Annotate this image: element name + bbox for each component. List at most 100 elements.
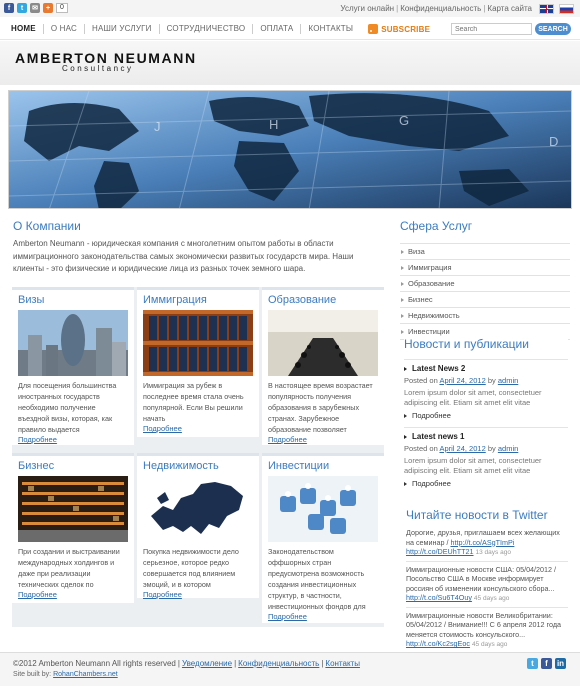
card-text: В настоящее время возрастает популярност… <box>268 381 373 434</box>
nav-home[interactable]: HOME <box>11 24 44 34</box>
tweet-time: 45 days ago <box>471 641 508 648</box>
conference-room-image <box>268 310 378 376</box>
service-item-immigration[interactable]: Иммиграция <box>400 259 570 275</box>
about-title: О Компании <box>13 219 81 233</box>
tweet-item: Иммиграционные новости Великобритании: 0… <box>406 608 568 654</box>
svg-text:J: J <box>154 119 161 134</box>
site-header: AMBERTON NEUMANN Consultancy <box>0 41 580 85</box>
card-visas: Визы Для посещения большинства иностранн… <box>12 287 134 445</box>
world-map-keyboard-image: J H G D <box>9 91 571 208</box>
svg-text:H: H <box>269 117 278 132</box>
card-text: Для посещения большинства иностранных го… <box>18 381 117 434</box>
news-author-link[interactable]: admin <box>498 444 518 453</box>
email-share-icon[interactable]: ✉ <box>30 3 40 13</box>
news-author-link[interactable]: admin <box>498 376 518 385</box>
copyright-text: ©2012 Amberton Neumann All rights reserv… <box>13 659 176 668</box>
built-by-label: Site built by: <box>13 671 52 678</box>
subscribe-label: SUBSCRIBE <box>381 24 431 34</box>
card-title[interactable]: Инвестиции <box>262 456 384 476</box>
service-item-education[interactable]: Образование <box>400 275 570 291</box>
footer-privacy-link[interactable]: Конфиденциальность <box>238 659 319 668</box>
card-real-estate: Недвижимость Покупка недвижимости дело с… <box>137 453 259 599</box>
service-item-business[interactable]: Бизнес <box>400 291 570 307</box>
nav-contacts[interactable]: КОНТАКТЫ <box>301 24 360 34</box>
twitter-icon[interactable]: t <box>527 658 538 669</box>
london-skyline-image <box>18 310 128 376</box>
nav-cooperation[interactable]: СОТРУДНИЧЕСТВО <box>160 24 254 34</box>
card-title[interactable]: Образование <box>262 290 384 310</box>
card-more-link[interactable]: Подробнее <box>268 435 307 444</box>
puzzle-people-image <box>268 476 378 542</box>
tweet-link[interactable]: http://t.co/ASgTImPi <box>450 538 514 547</box>
card-immigration: Иммиграция Иммиграция за рубеж в последн… <box>137 287 259 437</box>
card-investment: Инвестиции Законодательством оффшорных с… <box>262 453 384 623</box>
news-item-title[interactable]: Latest news 1 <box>404 432 568 441</box>
hero-banner-image: J H G D <box>8 90 572 209</box>
card-education: Образование В настоящее время возрастает… <box>262 287 384 445</box>
twitter-widget: Читайте новости в Twitter Дорогие, друзь… <box>406 508 568 654</box>
nav-about[interactable]: О НАС <box>44 24 85 34</box>
footer-notice-link[interactable]: Уведомление <box>182 659 232 668</box>
card-text: При создании и выстраивании международны… <box>18 547 120 589</box>
tweet-link[interactable]: http://t.co/DEUhTT21 <box>406 547 474 556</box>
twitter-share-icon[interactable]: t <box>17 3 27 13</box>
search-input[interactable] <box>451 23 532 35</box>
services-widget: Сфера Услуг Виза Иммиграция Образование … <box>400 219 570 340</box>
news-item-body: Lorem ipsum dolor sit amet, consectetuer… <box>404 456 542 475</box>
search-button[interactable]: SEARCH <box>535 23 571 35</box>
tweet-item: Иммиграционные новости США: 05/04/2012 /… <box>406 562 568 608</box>
card-title[interactable]: Визы <box>12 290 134 310</box>
addthis-plus-icon[interactable]: + <box>43 3 53 13</box>
law-books-image <box>143 310 253 376</box>
share-buttons: f t ✉ + 0 <box>4 3 68 13</box>
card-business: Бизнес При создании и выстраивании между… <box>12 453 134 603</box>
about-text: Amberton Neumann - юридическая компания … <box>13 239 354 273</box>
news-date-link[interactable]: April 24, 2012 <box>439 444 485 453</box>
card-title[interactable]: Недвижимость <box>137 456 259 476</box>
card-text: Иммиграция за рубеж в последнее время ст… <box>143 381 244 423</box>
online-services-link[interactable]: Услуги онлайн <box>340 4 394 13</box>
card-more-link[interactable]: Подробнее <box>18 590 57 599</box>
english-flag-icon[interactable] <box>539 4 554 14</box>
nav-payment[interactable]: ОПЛАТА <box>253 24 302 34</box>
service-item-real-estate[interactable]: Недвижимость <box>400 307 570 323</box>
news-item: Latest news 1 Posted on April 24, 2012 b… <box>404 427 568 488</box>
news-more-link[interactable]: Подробнее <box>404 479 568 488</box>
office-building-image <box>18 476 128 542</box>
card-more-link[interactable]: Подробнее <box>18 435 57 444</box>
news-item-title[interactable]: Latest News 2 <box>404 364 568 373</box>
news-item: Latest News 2 Posted on April 24, 2012 b… <box>404 359 568 420</box>
built-by-link[interactable]: RohanChambers.net <box>53 671 118 678</box>
card-more-link[interactable]: Подробнее <box>143 424 182 433</box>
news-widget: Новости и публикации Latest News 2 Poste… <box>404 337 568 488</box>
linkedin-icon[interactable]: in <box>555 658 566 669</box>
top-links: Услуги онлайн | Конфиденциальность | Кар… <box>340 4 532 13</box>
tweet-item: Дорогие, друзья, приглашаем всех желающи… <box>406 525 568 562</box>
services-title: Сфера Услуг <box>400 219 473 233</box>
tweet-time: 45 days ago <box>473 595 510 602</box>
facebook-share-icon[interactable]: f <box>4 3 14 13</box>
russian-flag-icon[interactable] <box>559 4 574 14</box>
privacy-link[interactable]: Конфиденциальность <box>400 4 481 13</box>
card-title[interactable]: Иммиграция <box>137 290 259 310</box>
nav-services[interactable]: НАШИ УСЛУГИ <box>85 24 160 34</box>
news-date-link[interactable]: April 24, 2012 <box>439 376 485 385</box>
twitter-title: Читайте новости в Twitter <box>406 508 548 522</box>
share-count: 0 <box>56 3 68 13</box>
card-title[interactable]: Бизнес <box>12 456 134 476</box>
facebook-icon[interactable]: f <box>541 658 552 669</box>
tweet-link[interactable]: http://t.co/Kc2sgEoc <box>406 639 470 648</box>
tweet-link[interactable]: http://t.co/Su6T4Ouy <box>406 593 472 602</box>
rss-icon <box>368 24 379 34</box>
sitemap-link[interactable]: Карта сайта <box>487 4 532 13</box>
top-utility-bar: f t ✉ + 0 Услуги онлайн | Конфиденциальн… <box>0 0 580 17</box>
site-footer: ©2012 Amberton Neumann All rights reserv… <box>0 652 580 686</box>
card-text: Законодательством оффшорных стран предус… <box>268 547 366 611</box>
europe-map-image <box>143 476 253 542</box>
card-more-link[interactable]: Подробнее <box>268 612 307 621</box>
footer-contacts-link[interactable]: Контакты <box>325 659 360 668</box>
subscribe-link[interactable]: SUBSCRIBE <box>360 24 430 34</box>
news-more-link[interactable]: Подробнее <box>404 411 568 420</box>
card-more-link[interactable]: Подробнее <box>143 590 182 599</box>
service-item-visa[interactable]: Виза <box>400 243 570 259</box>
